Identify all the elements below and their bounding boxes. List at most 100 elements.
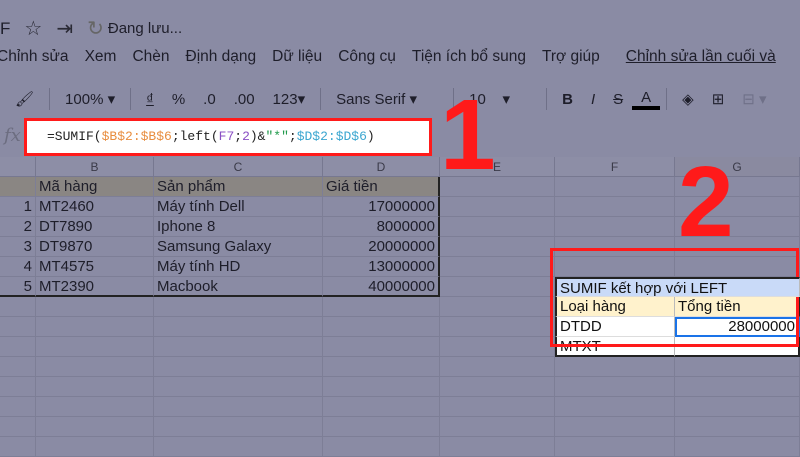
- cell[interactable]: [0, 357, 36, 377]
- table-header-cell[interactable]: Giá tiền: [323, 177, 440, 197]
- cell[interactable]: [440, 337, 555, 357]
- cell[interactable]: [555, 377, 675, 397]
- cell[interactable]: [323, 337, 440, 357]
- table-cell[interactable]: 17000000: [323, 197, 440, 217]
- zoom-select[interactable]: 100% ▾: [56, 90, 124, 108]
- cell[interactable]: [154, 397, 323, 417]
- row-index-cell[interactable]: 4: [0, 257, 36, 277]
- cell[interactable]: [440, 237, 555, 257]
- cell[interactable]: [555, 437, 675, 457]
- table-cell[interactable]: 20000000: [323, 237, 440, 257]
- row-index-cell[interactable]: 5: [0, 277, 36, 297]
- formula-bar-input[interactable]: =SUMIF($B$2:$B$6;left(F7;2)&"*";$D$2:$D$…: [24, 118, 432, 156]
- cell[interactable]: [440, 357, 555, 377]
- cell[interactable]: [0, 377, 36, 397]
- cell[interactable]: [36, 317, 154, 337]
- cell[interactable]: [440, 257, 555, 277]
- paint-format-icon[interactable]: 🖌: [6, 90, 43, 108]
- row-index-cell[interactable]: 2: [0, 217, 36, 237]
- decrease-decimal-button[interactable]: .0: [194, 91, 225, 108]
- cell[interactable]: [555, 397, 675, 417]
- table-header-cell[interactable]: Sản phẩm: [154, 177, 323, 197]
- doc-title[interactable]: F: [0, 19, 10, 39]
- cell[interactable]: [154, 337, 323, 357]
- cell[interactable]: [440, 397, 555, 417]
- cell[interactable]: [675, 437, 800, 457]
- table-cell[interactable]: Samsung Galaxy: [154, 237, 323, 257]
- table-cell[interactable]: MT2460: [36, 197, 154, 217]
- text-color-button[interactable]: A: [632, 89, 661, 110]
- table-cell[interactable]: Máy tính HD: [154, 257, 323, 277]
- cell[interactable]: [0, 337, 36, 357]
- column-header-b[interactable]: B: [36, 157, 154, 177]
- table-cell[interactable]: 13000000: [323, 257, 440, 277]
- cell[interactable]: [440, 417, 555, 437]
- cell[interactable]: [154, 297, 323, 317]
- cell[interactable]: [323, 297, 440, 317]
- table-cell[interactable]: Macbook: [154, 277, 323, 297]
- cell[interactable]: [36, 297, 154, 317]
- cell[interactable]: [555, 177, 675, 197]
- cell[interactable]: [0, 417, 36, 437]
- column-header-d[interactable]: D: [323, 157, 440, 177]
- cell[interactable]: [555, 217, 675, 237]
- cell[interactable]: [323, 397, 440, 417]
- cell[interactable]: [675, 357, 800, 377]
- cell[interactable]: [555, 417, 675, 437]
- font-select[interactable]: Sans Serif ▾: [327, 90, 447, 108]
- table-cell[interactable]: 8000000: [323, 217, 440, 237]
- cell[interactable]: [675, 417, 800, 437]
- cell[interactable]: [0, 177, 36, 197]
- row-index-cell[interactable]: 3: [0, 237, 36, 257]
- cell[interactable]: [36, 397, 154, 417]
- table-cell[interactable]: DT7890: [36, 217, 154, 237]
- cell[interactable]: [0, 397, 36, 417]
- cell[interactable]: [0, 437, 36, 457]
- cell[interactable]: [323, 417, 440, 437]
- currency-button[interactable]: ₫: [137, 91, 163, 108]
- menu-help[interactable]: Trợ giúp: [542, 48, 600, 66]
- menu-insert[interactable]: Chèn: [132, 48, 169, 66]
- table-cell[interactable]: 40000000: [323, 277, 440, 297]
- summary-title[interactable]: SUMIF kết hợp với LEFT: [555, 277, 800, 297]
- column-header-f[interactable]: F: [555, 157, 675, 177]
- menu-tools[interactable]: Công cụ: [338, 48, 396, 66]
- table-cell[interactable]: Máy tính Dell: [154, 197, 323, 217]
- last-edit-link[interactable]: Chỉnh sửa lần cuối và: [626, 48, 776, 66]
- menu-addons[interactable]: Tiện ích bổ sung: [412, 48, 526, 66]
- cell[interactable]: [440, 277, 555, 297]
- table-cell[interactable]: MT4575: [36, 257, 154, 277]
- cell[interactable]: [36, 377, 154, 397]
- star-icon[interactable]: ☆: [24, 16, 42, 41]
- cell[interactable]: [154, 437, 323, 457]
- cell[interactable]: [0, 317, 36, 337]
- increase-decimal-button[interactable]: .00: [225, 91, 264, 108]
- cell[interactable]: [440, 297, 555, 317]
- cell[interactable]: [154, 417, 323, 437]
- italic-button[interactable]: I: [582, 91, 604, 108]
- merge-cells-icon[interactable]: ⊟ ▾: [733, 90, 775, 108]
- cell[interactable]: [675, 377, 800, 397]
- cell[interactable]: [440, 197, 555, 217]
- cell[interactable]: [440, 217, 555, 237]
- cell[interactable]: [36, 417, 154, 437]
- cell[interactable]: [36, 357, 154, 377]
- table-cell[interactable]: Iphone 8: [154, 217, 323, 237]
- cell[interactable]: [36, 337, 154, 357]
- cell[interactable]: [154, 317, 323, 337]
- menu-edit[interactable]: Chỉnh sửa: [0, 48, 69, 66]
- cell[interactable]: [555, 357, 675, 377]
- cell[interactable]: [555, 197, 675, 217]
- strikethrough-button[interactable]: S: [604, 91, 632, 108]
- cell[interactable]: [440, 377, 555, 397]
- cell[interactable]: [440, 317, 555, 337]
- bold-button[interactable]: B: [553, 91, 582, 108]
- cell[interactable]: [440, 437, 555, 457]
- column-header-c[interactable]: C: [154, 157, 323, 177]
- cell[interactable]: [323, 437, 440, 457]
- percent-button[interactable]: %: [163, 91, 194, 108]
- cell[interactable]: [154, 377, 323, 397]
- corner-cell[interactable]: [0, 157, 36, 177]
- move-folder-icon[interactable]: ⇥: [56, 16, 73, 41]
- cell[interactable]: [323, 317, 440, 337]
